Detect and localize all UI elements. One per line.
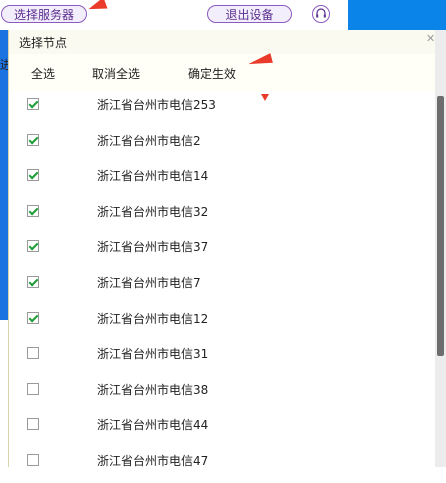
node-row[interactable]: 浙江省台州市电信38 bbox=[9, 377, 435, 412]
select-server-button[interactable]: 选择服务器 bbox=[1, 5, 87, 23]
node-row[interactable]: 浙江省台州市电信31 bbox=[9, 341, 435, 376]
node-row[interactable]: 浙江省台州市电信2 bbox=[9, 128, 435, 163]
node-checkbox[interactable] bbox=[27, 382, 39, 395]
node-row[interactable]: 浙江省台州市电信37 bbox=[9, 234, 435, 269]
node-label: 浙江省台州市电信2 bbox=[97, 133, 201, 148]
node-checkbox[interactable] bbox=[27, 204, 39, 217]
node-label: 浙江省台州市电信38 bbox=[97, 382, 209, 397]
node-label: 浙江省台州市电信31 bbox=[97, 347, 209, 362]
select-all-button[interactable]: 全选 bbox=[31, 65, 55, 82]
app-sidebar-strip bbox=[0, 30, 8, 320]
node-checkbox[interactable] bbox=[27, 240, 39, 253]
dialog-title: 选择节点 bbox=[19, 36, 68, 50]
node-row[interactable]: 浙江省台州市电信7 bbox=[9, 270, 435, 305]
node-checkbox[interactable] bbox=[27, 454, 39, 466]
node-label: 浙江省台州市电信14 bbox=[97, 169, 209, 184]
node-label: 浙江省台州市电信47 bbox=[97, 454, 209, 468]
scrollbar-thumb[interactable] bbox=[437, 96, 444, 356]
app-header-panel bbox=[348, 0, 446, 30]
node-checkbox[interactable] bbox=[27, 169, 39, 182]
node-label: 浙江省台州市电信44 bbox=[97, 418, 209, 433]
node-label: 浙江省台州市电信37 bbox=[97, 240, 209, 255]
node-row[interactable]: 浙江省台州市电信12 bbox=[9, 306, 435, 341]
node-label: 浙江省台州市电信7 bbox=[97, 276, 201, 290]
node-row[interactable]: 浙江省台州市电信47 bbox=[9, 448, 435, 483]
node-row[interactable]: 浙江省台州市电信44 bbox=[9, 412, 435, 447]
node-checkbox[interactable] bbox=[27, 347, 39, 360]
dialog-header: 选择节点 ✕ bbox=[9, 30, 435, 55]
deselect-all-button[interactable]: 取消全选 bbox=[92, 65, 140, 82]
select-node-dialog: 选择节点 ✕ 全选 取消全选 确定生效 浙江省台州市电信253 浙江省台州市电信2… bbox=[8, 30, 435, 468]
dialog-toolbar: 全选 取消全选 确定生效 bbox=[9, 54, 435, 92]
node-checkbox[interactable] bbox=[27, 418, 39, 431]
node-checkbox[interactable] bbox=[27, 98, 39, 110]
headset-icon[interactable] bbox=[312, 5, 330, 23]
node-label: 浙江省台州市电信253 bbox=[97, 98, 216, 112]
node-row[interactable]: 浙江省台州市电信14 bbox=[9, 163, 435, 198]
node-checkbox[interactable] bbox=[27, 311, 39, 324]
annotation-arrow-icon bbox=[261, 94, 269, 101]
node-checkbox[interactable] bbox=[27, 133, 39, 146]
node-row[interactable]: 浙江省台州市电信32 bbox=[9, 199, 435, 234]
node-checkbox[interactable] bbox=[27, 276, 39, 288]
node-label: 浙江省台州市电信12 bbox=[97, 311, 209, 326]
exit-device-button[interactable]: 退出设备 bbox=[207, 5, 292, 23]
node-label: 浙江省台州市电信32 bbox=[97, 204, 209, 219]
node-row[interactable]: 浙江省台州市电信253 bbox=[9, 92, 435, 127]
confirm-button[interactable]: 确定生效 bbox=[188, 65, 236, 82]
close-icon[interactable]: ✕ bbox=[426, 32, 435, 45]
